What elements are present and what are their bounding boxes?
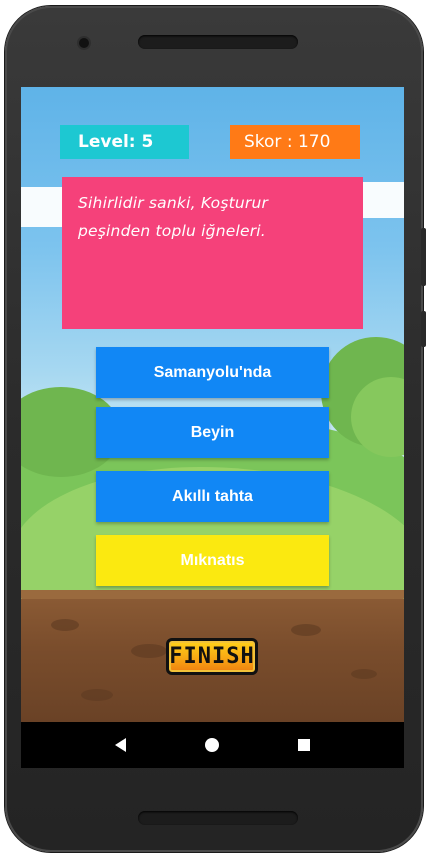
back-triangle-icon[interactable] — [115, 738, 127, 752]
power-button — [421, 311, 426, 347]
recent-square-icon[interactable] — [297, 739, 310, 751]
game-screen: Level: 5 Skor : 170 Sihirlidir sanki, Ko… — [21, 87, 404, 722]
answer-button-4[interactable]: Mıknatıs — [96, 535, 329, 586]
android-nav-bar — [21, 722, 404, 768]
answer-button-3[interactable]: Akıllı tahta — [96, 471, 329, 522]
top-speaker — [138, 35, 298, 49]
question-line-1: Sihirlidir sanki, Koşturur — [78, 194, 269, 212]
question-card: Sihirlidir sanki, Koşturur peşinden topl… — [62, 177, 363, 329]
level-indicator: Level: 5 — [60, 125, 189, 159]
score-indicator: Skor : 170 — [230, 125, 360, 159]
bottom-speaker — [138, 811, 298, 825]
front-camera — [79, 38, 89, 48]
home-circle-icon[interactable] — [204, 738, 219, 752]
stone — [131, 644, 167, 658]
stone — [351, 669, 377, 679]
stone — [291, 624, 321, 636]
answer-button-1[interactable]: Samanyolu'nda — [96, 347, 329, 398]
stone — [81, 689, 113, 701]
stone — [51, 619, 79, 631]
finish-button[interactable]: FINISH — [166, 638, 258, 675]
question-line-2: peşinden toplu iğneleri. — [78, 222, 266, 240]
volume-button — [421, 228, 426, 286]
answer-button-2[interactable]: Beyin — [96, 407, 329, 458]
